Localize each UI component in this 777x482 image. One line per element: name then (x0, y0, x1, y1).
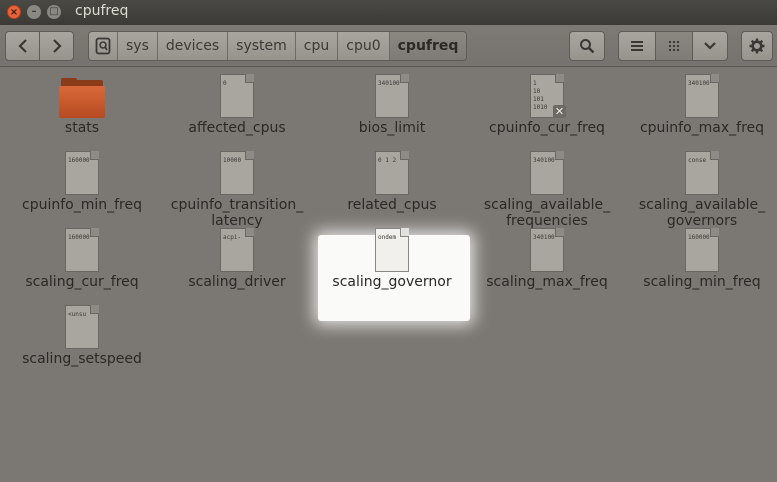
file-preview-text: acpi- (223, 234, 242, 241)
file-item[interactable]: 160000 scaling_min_freq (632, 228, 772, 290)
breadcrumb-sys[interactable]: sys (118, 32, 158, 60)
settings-button[interactable] (741, 31, 773, 61)
file-item[interactable]: 0 1 2 related_cpus (322, 151, 462, 213)
file-item[interactable]: 160000 scaling_cur_freq (12, 228, 152, 290)
file-grid: stats 0 affected_cpus 340100 bios_limit 1 10 … (0, 67, 777, 482)
toolbar: sys devices system cpu cpu0 cpufreq (0, 25, 777, 67)
file-preview-text: 340100 (533, 234, 555, 241)
file-preview-text: 340100 (533, 157, 555, 164)
search-button[interactable] (569, 31, 605, 61)
minimize-window-button[interactable]: – (27, 5, 41, 19)
folder-item[interactable]: stats (12, 74, 152, 136)
file-preview-text: 160000 (68, 234, 90, 241)
file-item[interactable]: ondem scaling_governor (322, 228, 462, 290)
breadcrumb-devices[interactable]: devices (157, 32, 229, 60)
file-item[interactable]: 340100 cpuinfo_max_freq (632, 74, 772, 136)
breadcrumb-cpu0[interactable]: cpu0 (338, 32, 390, 60)
text-file-icon: 340100 (530, 151, 564, 195)
file-preview-text: ondem (378, 234, 397, 241)
search-icon (580, 39, 595, 54)
file-item[interactable]: conse scaling_available_ governors (632, 151, 772, 229)
item-label: cpuinfo_min_freq (22, 197, 142, 213)
chevron-left-icon (17, 39, 27, 53)
item-label: cpuinfo_cur_freq (489, 120, 605, 136)
back-button[interactable] (5, 31, 40, 61)
item-label: cpuinfo_max_freq (639, 120, 765, 136)
text-file-icon: 340100 (375, 74, 409, 118)
text-file-icon: 1 10 101 1010 ✕ (530, 74, 566, 118)
breadcrumb-cpu[interactable]: cpu (295, 32, 339, 60)
item-label: stats (64, 120, 100, 136)
item-label: scaling_setspeed (22, 351, 142, 367)
forward-button[interactable] (39, 31, 74, 61)
list-view-button[interactable] (618, 31, 656, 61)
text-file-icon: 0 (220, 74, 254, 118)
gear-icon (749, 38, 765, 54)
folder-icon (59, 78, 105, 118)
text-file-icon: 160000 (65, 228, 99, 272)
file-item[interactable]: <unsu scaling_setspeed (12, 305, 152, 367)
grid-view-button[interactable] (655, 31, 693, 61)
item-label: scaling_governor (332, 274, 452, 290)
file-preview-text: 10000 (223, 157, 242, 164)
drive-icon (95, 37, 111, 55)
item-label: scaling_driver (188, 274, 286, 290)
item-label: affected_cpus (188, 120, 286, 136)
chevron-down-icon (704, 42, 716, 50)
file-item[interactable]: 340100 scaling_max_freq (477, 228, 617, 290)
maximize-window-button[interactable]: □ (47, 5, 61, 19)
file-item[interactable]: 10000 cpuinfo_transition_ latency (167, 151, 307, 229)
window-title: cpufreq (75, 3, 129, 19)
file-item[interactable]: 340100 bios_limit (322, 74, 462, 136)
title-bar: × – □ cpufreq (0, 0, 777, 25)
text-file-icon: 0 1 2 (375, 151, 409, 195)
file-item[interactable]: 0 affected_cpus (167, 74, 307, 136)
text-file-icon: 10000 (220, 151, 254, 195)
file-item[interactable]: 160000 cpuinfo_min_freq (12, 151, 152, 213)
breadcrumb-root[interactable] (89, 32, 118, 60)
grid-icon (669, 41, 679, 51)
item-label: related_cpus (347, 197, 437, 213)
item-label: cpuinfo_transition_ latency (170, 197, 304, 229)
text-file-icon: conse (685, 151, 719, 195)
view-options-button[interactable] (692, 31, 728, 61)
file-preview-text: conse (688, 157, 707, 164)
breadcrumb: sys devices system cpu cpu0 cpufreq (88, 31, 468, 61)
file-preview-text: 160000 (688, 234, 710, 241)
file-preview-text: 0 (223, 80, 227, 87)
text-file-icon: 340100 (685, 74, 719, 118)
item-label: scaling_max_freq (486, 274, 608, 290)
file-preview-text: 160000 (68, 157, 90, 164)
file-preview-text: 1 10 101 1010 (533, 80, 548, 111)
text-file-icon: 160000 (65, 151, 99, 195)
file-preview-text: 340100 (378, 80, 400, 87)
item-label: scaling_available_ frequencies (483, 197, 611, 229)
list-icon (631, 41, 643, 51)
file-item[interactable]: acpi-scaling_driver (167, 228, 307, 290)
text-file-icon: <unsu (65, 305, 99, 349)
file-item[interactable]: 1 10 101 1010 ✕ cpuinfo_cur_freq (477, 74, 617, 136)
text-file-icon: 340100 (530, 228, 564, 272)
item-label: bios_limit (358, 120, 426, 136)
file-preview-text: 340100 (688, 80, 710, 87)
unreadable-emblem-icon: ✕ (553, 105, 566, 118)
text-file-icon: acpi- (220, 228, 254, 272)
text-file-icon: 160000 (685, 228, 719, 272)
file-preview-text: <unsu (68, 311, 87, 318)
file-item[interactable]: 340100 scaling_available_ frequencies (477, 151, 617, 229)
item-label: scaling_cur_freq (25, 274, 139, 290)
file-manager-window: × – □ cpufreq sys devices system cpu cpu… (0, 0, 777, 482)
item-label: scaling_min_freq (643, 274, 761, 290)
breadcrumb-cpufreq[interactable]: cpufreq (389, 32, 467, 60)
text-file-icon: ondem (375, 228, 409, 272)
close-window-button[interactable]: × (7, 5, 21, 19)
item-label: scaling_available_ governors (638, 197, 766, 229)
file-preview-text: 0 1 2 (378, 157, 397, 164)
chevron-right-icon (52, 39, 62, 53)
breadcrumb-system[interactable]: system (228, 32, 296, 60)
